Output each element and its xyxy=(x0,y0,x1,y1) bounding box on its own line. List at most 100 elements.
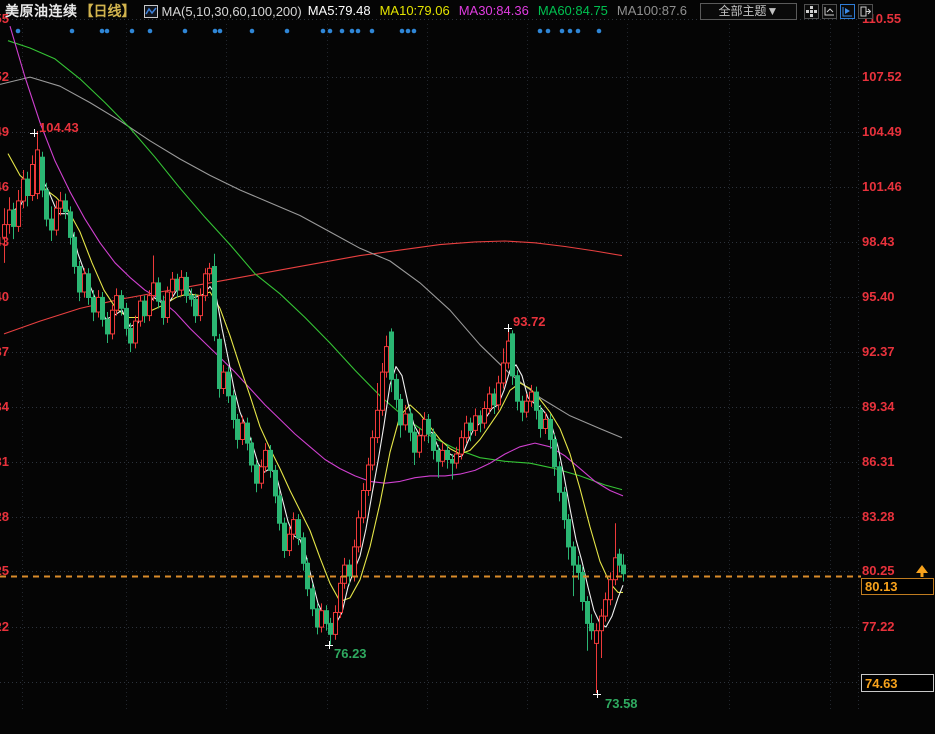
candle-up xyxy=(83,274,87,292)
candle-up xyxy=(357,518,361,547)
candle-up xyxy=(334,613,338,635)
chart-app: 美原油连续 【日线】 MA(5,10,30,60,100,200) MA5:79… xyxy=(0,0,935,734)
price-axis-label: 86.31 xyxy=(862,454,934,470)
price-axis-label: 89.34 xyxy=(862,399,934,415)
candle-up xyxy=(525,401,529,412)
candle-down xyxy=(269,450,273,470)
candle-down xyxy=(302,538,306,564)
ma-legend-value: MA60:84.75 xyxy=(538,3,608,18)
candle-down xyxy=(106,319,110,334)
candle-down xyxy=(129,328,133,343)
candle-up xyxy=(609,580,613,600)
price-axis-label: 98.43 xyxy=(862,234,934,250)
annotation-high-93: 93.72 xyxy=(513,314,546,329)
candle-down xyxy=(297,520,301,538)
candle-down xyxy=(311,589,315,609)
candle-up xyxy=(544,419,548,428)
candle-up xyxy=(595,631,599,644)
candle-down xyxy=(120,296,124,309)
candle-down xyxy=(185,277,189,295)
candle-down xyxy=(563,492,567,519)
theme-dropdown-button[interactable]: 全部主题▼ xyxy=(700,3,797,20)
candle-down xyxy=(190,296,194,300)
candle-down xyxy=(87,274,91,298)
candle-up xyxy=(474,416,478,431)
auto-scale-icon[interactable] xyxy=(840,4,855,19)
candle-down xyxy=(274,470,278,496)
candle-down xyxy=(50,219,54,230)
candle-down xyxy=(162,301,166,317)
ma-line-ma100 xyxy=(0,77,622,438)
candle-down xyxy=(577,565,581,572)
pan-icon[interactable] xyxy=(804,4,819,19)
candle-up xyxy=(441,450,445,461)
candle-down xyxy=(590,623,594,630)
candle-down xyxy=(176,279,180,290)
candle-down xyxy=(157,283,161,301)
candle-up xyxy=(148,296,152,316)
current-price-box: 80.13 xyxy=(861,578,934,595)
ma-line-ma10 xyxy=(8,154,623,602)
candle-up xyxy=(59,201,63,208)
ma-legend-value: MA30:84.36 xyxy=(459,3,529,18)
candle-up xyxy=(376,410,380,437)
annotation-low-76: 76.23 xyxy=(334,646,367,661)
candle-up xyxy=(31,165,35,196)
candle-down xyxy=(516,376,520,402)
candle-up xyxy=(423,419,427,435)
left-price-axis-label-clipped: 89.34 xyxy=(0,399,9,415)
annotation-high-104: 104.43 xyxy=(39,120,79,135)
ma-line-ma30 xyxy=(10,26,623,496)
candle-up xyxy=(264,450,268,466)
candle-up xyxy=(600,616,604,631)
candle-down xyxy=(236,419,240,439)
candle-down xyxy=(143,301,147,316)
left-price-axis-label-clipped: 98.43 xyxy=(0,234,9,250)
candle-down xyxy=(329,623,333,634)
price-axis-label: 77.22 xyxy=(862,619,934,635)
candle-down xyxy=(283,523,287,550)
candle-up xyxy=(8,210,12,225)
candle-down xyxy=(572,547,576,565)
ma-line-ma60 xyxy=(8,41,622,490)
candle-up xyxy=(604,600,608,616)
ma-legend-value: MA5:79.48 xyxy=(308,3,371,18)
indicator-chart-icon[interactable] xyxy=(144,5,158,18)
candle-down xyxy=(446,450,450,459)
candle-up xyxy=(367,465,371,491)
candle-up xyxy=(362,491,366,518)
candle-up xyxy=(134,321,138,343)
candle-up xyxy=(502,363,506,383)
candle-down xyxy=(255,465,259,483)
candle-down xyxy=(92,297,96,312)
price-axis-label: 107.52 xyxy=(862,69,934,85)
candlestick-chart[interactable] xyxy=(0,0,935,734)
candle-down xyxy=(553,440,557,467)
candle-up xyxy=(115,296,119,311)
candle-up xyxy=(483,409,487,424)
candle-up xyxy=(385,347,389,373)
axis-setting-icon[interactable] xyxy=(822,4,837,19)
candle-down xyxy=(278,496,282,523)
candle-down xyxy=(246,423,250,443)
candle-down xyxy=(64,201,68,212)
collapse-right-icon[interactable] xyxy=(858,4,873,19)
candle-up xyxy=(292,520,296,535)
symbol-title: 美原油连续 xyxy=(5,1,78,21)
candle-up xyxy=(199,296,203,316)
candle-up xyxy=(97,297,101,312)
candle-down xyxy=(539,410,543,428)
candle-down xyxy=(125,308,129,328)
candle-up xyxy=(36,150,40,194)
candle-down xyxy=(325,611,329,624)
candle-down xyxy=(535,392,539,410)
candle-down xyxy=(218,339,222,388)
candle-up xyxy=(507,341,511,363)
candle-up xyxy=(455,454,459,463)
candle-down xyxy=(479,416,483,423)
left-price-axis-label-clipped: 86.31 xyxy=(0,454,9,470)
candle-down xyxy=(399,399,403,425)
candle-down xyxy=(227,372,231,396)
candle-down xyxy=(213,267,217,336)
candle-up xyxy=(530,392,534,401)
